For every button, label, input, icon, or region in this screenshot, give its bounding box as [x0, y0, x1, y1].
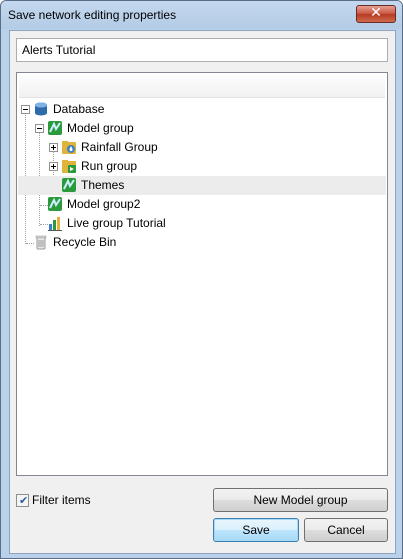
- save-button[interactable]: Save: [213, 518, 299, 542]
- tree-item-label: Model group: [67, 121, 134, 135]
- filter-items-label: Filter items: [32, 493, 91, 507]
- dialog-content: Database Model group: [9, 30, 396, 554]
- expand-icon[interactable]: [49, 162, 58, 171]
- tree-item-run-group[interactable]: Run group: [18, 157, 386, 176]
- collapse-icon[interactable]: [21, 105, 30, 114]
- recycle-bin-icon: [35, 235, 47, 250]
- tree-item-label: Themes: [81, 178, 125, 192]
- name-input[interactable]: [16, 38, 388, 62]
- tree-header: [19, 75, 385, 98]
- tree-item-label: Model group2: [67, 197, 141, 211]
- run-group-icon: [62, 160, 76, 173]
- expand-icon[interactable]: [49, 143, 58, 152]
- tree-item-label: Rainfall Group: [81, 140, 158, 154]
- tree-item-label: Recycle Bin: [53, 235, 117, 249]
- tree-item-model-group[interactable]: Model group: [18, 119, 386, 138]
- tree-item-model-group2[interactable]: Model group2: [18, 195, 386, 214]
- themes-icon: [62, 178, 76, 192]
- new-model-group-button[interactable]: New Model group: [213, 488, 388, 512]
- tree-item-label: Run group: [81, 159, 138, 173]
- title-bar[interactable]: Save network editing properties ✕: [1, 1, 402, 29]
- tree-item-label: Live group Tutorial: [67, 216, 166, 230]
- cancel-button[interactable]: Cancel: [304, 518, 388, 542]
- tree-item-live-group-tutorial[interactable]: Live group Tutorial: [18, 214, 386, 233]
- window-title: Save network editing properties: [8, 8, 177, 22]
- tree-item-recycle-bin[interactable]: Recycle Bin: [18, 233, 386, 252]
- close-button[interactable]: ✕: [356, 5, 396, 23]
- rainfall-group-icon: [62, 141, 76, 154]
- dialog-window: Save network editing properties ✕ Alerts…: [0, 0, 403, 559]
- tree-item-rainfall-group[interactable]: Rainfall Group: [18, 138, 386, 157]
- tree-item-themes[interactable]: Themes: [18, 176, 386, 195]
- live-group-icon: [48, 217, 62, 231]
- tree-item-label: Database: [53, 102, 105, 116]
- model-group-icon: [48, 197, 62, 211]
- close-icon: ✕: [370, 5, 382, 21]
- collapse-icon[interactable]: [35, 124, 44, 133]
- model-group-icon: [48, 121, 62, 135]
- tree-view[interactable]: Database Model group Rainfall Group Run …: [16, 72, 388, 476]
- filter-items-checkbox[interactable]: ✔: [16, 494, 29, 507]
- check-icon: ✔: [19, 494, 29, 507]
- database-icon: [35, 102, 47, 116]
- tree-item-database[interactable]: Database: [18, 100, 386, 119]
